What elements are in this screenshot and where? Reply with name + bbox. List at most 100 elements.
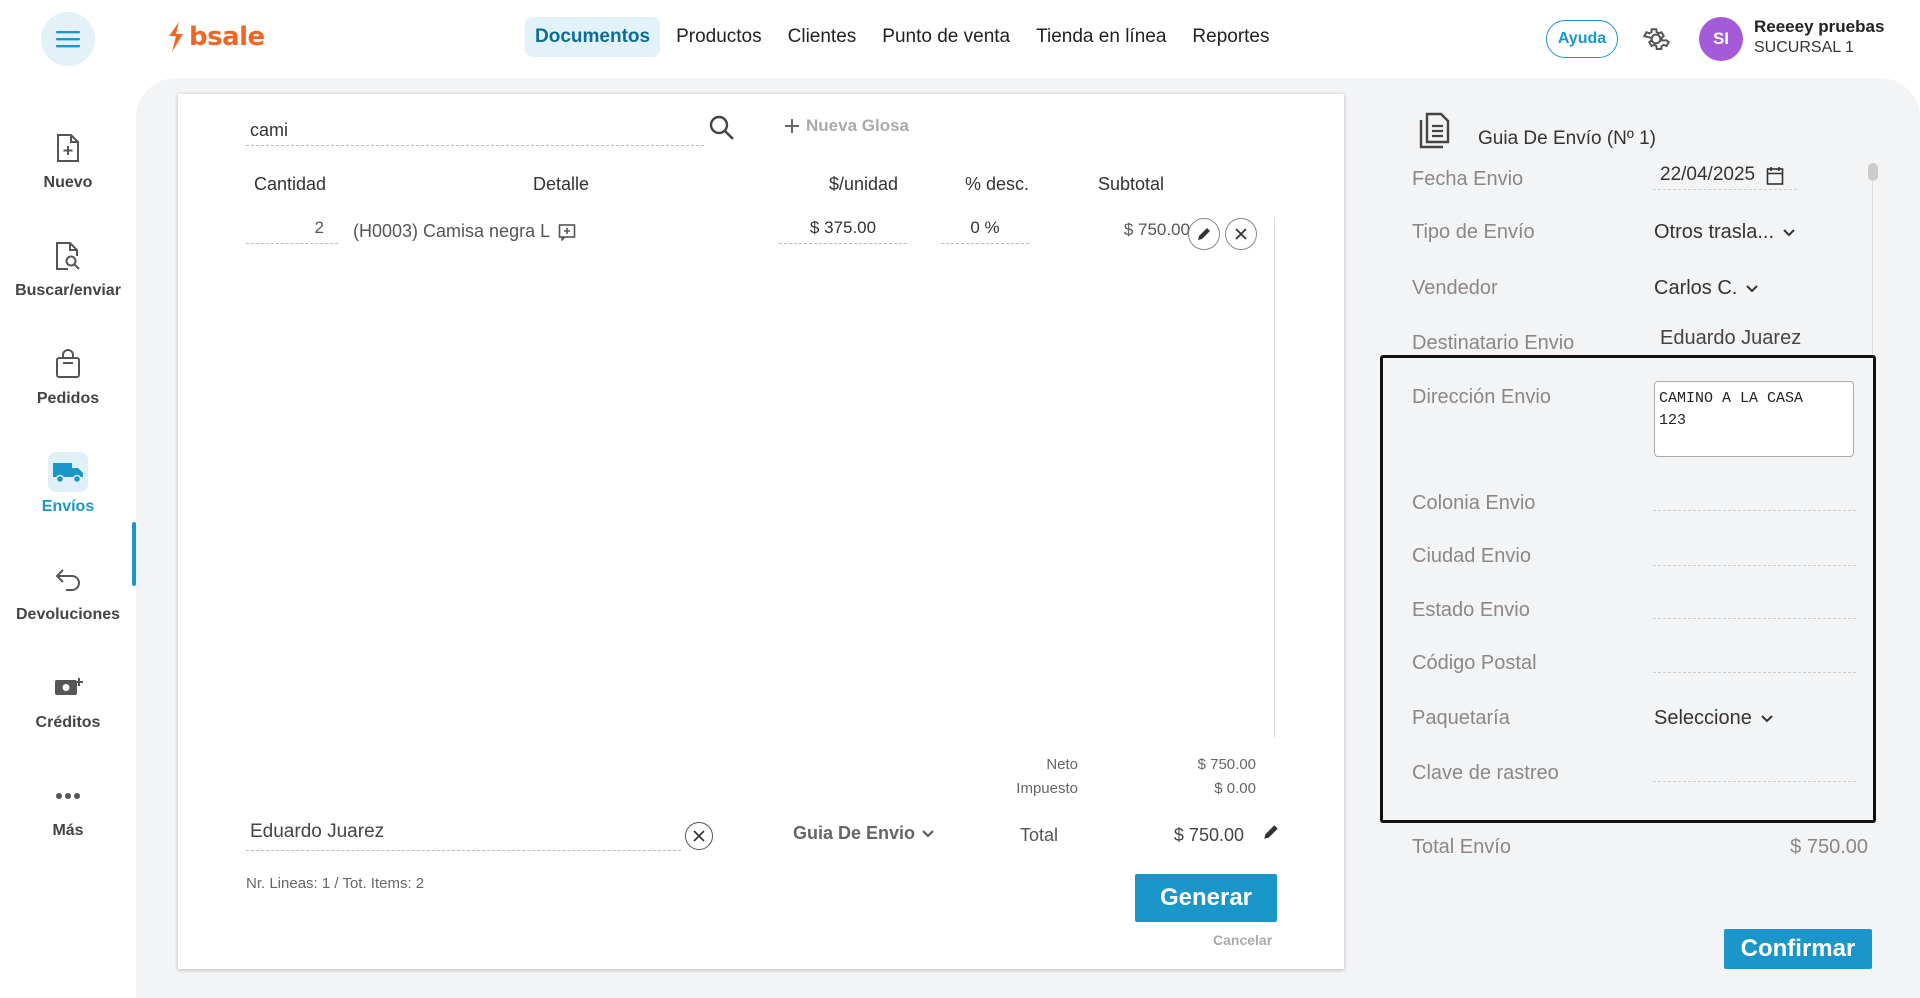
document-copy-icon — [1419, 112, 1450, 149]
sidebar-label: Buscar/enviar — [15, 282, 121, 299]
chevron-down-icon — [922, 829, 934, 837]
calendar-icon[interactable] — [1766, 166, 1784, 186]
sidebar-label: Devoluciones — [15, 606, 121, 623]
total-label: Total — [1020, 825, 1059, 845]
top-header: bsale Documentos Productos Clientes Punt… — [0, 0, 1920, 78]
sidebar-label: Nuevo — [43, 174, 93, 191]
generate-button[interactable]: Generar — [1135, 874, 1277, 922]
vendedor-label: Vendedor — [1412, 277, 1498, 299]
fecha-envio-field[interactable]: 22/04/2025 — [1660, 164, 1755, 186]
sidebar-label: Créditos — [35, 714, 101, 731]
document-type-value: Guia De Envio — [793, 823, 916, 843]
logo-text: bsale — [189, 22, 265, 52]
column-header-cantidad: Cantidad — [254, 174, 327, 194]
total-value: $ 750.00 — [1173, 825, 1244, 845]
destinatario-field[interactable]: Eduardo Juarez — [1660, 327, 1801, 350]
chevron-down-icon — [1783, 228, 1795, 236]
confirm-button[interactable]: Confirmar — [1724, 929, 1872, 969]
user-branch: SUCURSAL 1 — [1754, 39, 1854, 56]
new-gloss-button[interactable]: Nueva Glosa — [784, 116, 909, 136]
cash-plus-icon — [55, 678, 83, 695]
top-navigation: Documentos Productos Clientes Punto de v… — [525, 17, 1280, 57]
column-header-detalle: Detalle — [533, 174, 590, 194]
nav-tienda-en-linea[interactable]: Tienda en línea — [1026, 17, 1176, 57]
user-name[interactable]: Reeeey pruebas — [1754, 17, 1884, 37]
sidebar-label: Pedidos — [36, 390, 100, 407]
chevron-down-icon — [1746, 284, 1759, 292]
neto-value: $ 750.00 — [1197, 756, 1256, 773]
quantity-input[interactable]: 2 — [246, 218, 338, 244]
more-dots-icon — [56, 793, 80, 799]
sidebar-item-pedidos[interactable]: Pedidos — [0, 334, 136, 424]
tipo-envio-value: Otros trasla... — [1654, 221, 1775, 243]
cancel-link[interactable]: Cancelar — [1213, 932, 1272, 948]
menu-button[interactable] — [41, 12, 95, 66]
fecha-envio-value: 22/04/2025 — [1660, 164, 1756, 185]
tipo-envio-select[interactable]: Otros trasla... — [1654, 221, 1796, 244]
gear-icon — [1642, 28, 1671, 50]
sidebar-item-devoluciones[interactable]: Devoluciones — [0, 550, 136, 640]
client-input[interactable]: Eduardo Juarez — [246, 821, 681, 851]
left-sidebar: Nuevo Buscar/enviar Pedidos Envíos Devol… — [0, 78, 136, 998]
hamburger-icon — [56, 31, 80, 48]
panel-scrollbar[interactable] — [1868, 163, 1878, 181]
fecha-underline — [1653, 189, 1797, 190]
pencil-icon — [1198, 228, 1210, 240]
document-icon-wrap — [1418, 112, 1452, 155]
plus-icon — [785, 119, 799, 133]
sidebar-label: Más — [52, 822, 84, 839]
clear-client-button[interactable] — [685, 822, 713, 850]
sidebar-item-creditos[interactable]: Créditos — [0, 658, 136, 748]
sidebar-label: Envíos — [41, 498, 95, 515]
sidebar-item-buscar-enviar[interactable]: Buscar/enviar — [0, 226, 136, 316]
tax-label: Impuesto — [1016, 780, 1078, 797]
truck-icon — [53, 463, 83, 484]
bsale-logo[interactable]: bsale — [167, 22, 265, 52]
nav-clientes[interactable]: Clientes — [778, 17, 867, 57]
lines-summary: Nr. Lineas: 1 / Tot. Items: 2 — [246, 875, 425, 892]
file-search-icon — [56, 242, 80, 270]
vendedor-value: Carlos C. — [1654, 277, 1738, 299]
add-comment-icon[interactable] — [558, 223, 576, 241]
neto-label: Neto — [1046, 756, 1078, 773]
document-type-select[interactable]: Guia De Envio — [793, 823, 935, 844]
nav-punto-de-venta[interactable]: Punto de venta — [872, 17, 1020, 57]
sidebar-item-nuevo[interactable]: Nuevo — [0, 118, 136, 208]
nav-reportes[interactable]: Reportes — [1182, 17, 1279, 57]
divider — [1274, 218, 1275, 738]
panel-scroll-track — [1872, 180, 1873, 355]
user-avatar[interactable]: SI — [1699, 17, 1743, 61]
column-header-subtotal: Subtotal — [1098, 174, 1165, 194]
item-detail: (H0003) Camisa negra L — [353, 221, 576, 242]
close-icon — [693, 830, 705, 842]
shipping-guide-title: Guia De Envío (Nº 1) — [1478, 128, 1657, 149]
return-arrow-icon — [55, 569, 80, 591]
unit-price-input[interactable]: $ 375.00 — [779, 218, 907, 244]
pencil-icon — [1264, 825, 1278, 839]
discount-input[interactable]: 0 % — [941, 218, 1029, 244]
row-subtotal: $ 750.00 — [1123, 220, 1190, 239]
edit-total-button[interactable] — [1262, 823, 1280, 846]
tipo-envio-label: Tipo de Envío — [1412, 221, 1535, 243]
nav-productos[interactable]: Productos — [666, 17, 772, 57]
shopping-bag-icon — [56, 349, 80, 378]
document-card: Nueva Glosa Cantidad Detalle $/unidad % … — [178, 94, 1344, 969]
help-button[interactable]: Ayuda — [1546, 20, 1618, 58]
column-header-unit-price: $/unidad — [829, 174, 899, 194]
remove-row-button[interactable] — [1225, 218, 1257, 250]
search-button[interactable] — [708, 114, 736, 147]
vendedor-select[interactable]: Carlos C. — [1654, 277, 1759, 300]
fecha-envio-label: Fecha Envio — [1412, 168, 1524, 190]
sidebar-item-envios[interactable]: Envíos — [0, 442, 136, 532]
edit-row-button[interactable] — [1188, 218, 1220, 250]
tax-value: $ 0.00 — [1214, 780, 1256, 797]
destinatario-label: Destinatario Envio — [1412, 332, 1575, 354]
sidebar-item-mas[interactable]: Más — [0, 766, 136, 856]
product-search-input[interactable] — [246, 116, 704, 146]
nav-documentos[interactable]: Documentos — [525, 17, 661, 57]
close-icon — [1235, 228, 1247, 240]
item-detail-text: (H0003) Camisa negra L — [353, 221, 551, 241]
file-plus-icon — [57, 134, 79, 162]
settings-button[interactable] — [1641, 24, 1671, 59]
total-envio-value: $ 750.00 — [1790, 836, 1868, 858]
